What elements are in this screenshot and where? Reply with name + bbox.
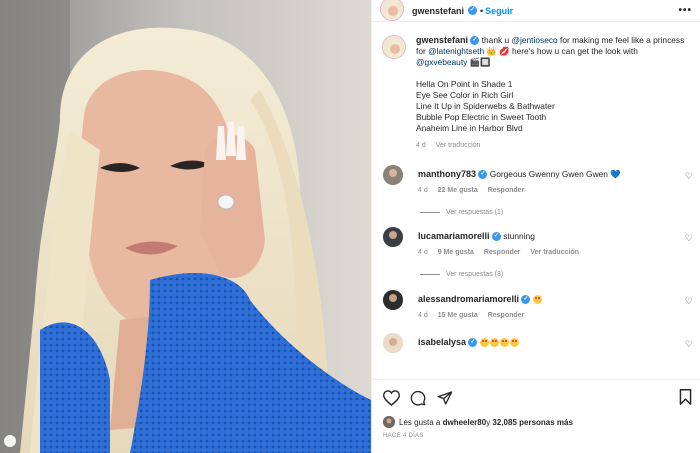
post-side-panel: gwenstefani ✓ • Seguir ••• gwenstefani ✓… xyxy=(371,0,700,453)
comment-body: alessandromariamorelli ✓ 4 d 15 Me gusta… xyxy=(418,290,543,321)
reply-button[interactable]: Responder xyxy=(488,312,525,319)
caption-text: gwenstefani ✓ thank u @jentioseco for ma… xyxy=(416,35,686,68)
mention-link[interactable]: @jentioseco xyxy=(511,35,557,45)
caption-text-d: 🎬🔲 xyxy=(467,57,491,67)
post-footer: Les gusta a dwheeler80 y 32,085 personas… xyxy=(372,379,700,453)
separator-dot: • xyxy=(480,5,484,16)
star-struck-emoji-icon xyxy=(509,338,519,348)
comment-meta: 4 d 22 Me gusta Responder xyxy=(418,185,621,196)
carousel-prev-indicator[interactable] xyxy=(4,435,16,447)
see-translation-link[interactable]: Ver traducción xyxy=(436,142,481,149)
liker-avatar[interactable] xyxy=(383,416,395,428)
product-line: Hella On Point in Shade 1 xyxy=(416,79,513,89)
comment-like-heart-icon[interactable]: ♡ xyxy=(685,171,693,182)
commenter-username[interactable]: isabelalysa xyxy=(418,337,466,347)
heart-outline-icon[interactable] xyxy=(382,389,400,407)
commenter-avatar[interactable] xyxy=(383,290,403,310)
comment-time: 4 d xyxy=(418,187,428,194)
comment: manthony783 ✓ Gorgeous Gwenny Gwen Gwen … xyxy=(372,165,700,196)
verified-badge-icon: ✓ xyxy=(491,232,501,242)
likes-mid: y xyxy=(486,417,491,427)
commenter-username[interactable]: lucamariamorelli xyxy=(418,231,490,241)
likes-prefix: Les gusta a xyxy=(399,417,441,427)
comment: isabelalysa ✓ ♡ xyxy=(372,333,700,353)
comment-like-heart-icon[interactable]: ♡ xyxy=(685,296,693,307)
post-photo[interactable] xyxy=(0,0,371,453)
comments-area[interactable]: gwenstefani ✓ thank u @jentioseco for ma… xyxy=(372,23,700,378)
star-struck-emoji-icon xyxy=(479,338,489,348)
caption-username[interactable]: gwenstefani xyxy=(416,35,468,45)
reply-button[interactable]: Responder xyxy=(488,187,525,194)
verified-badge-icon: ✓ xyxy=(468,338,478,348)
liker-username[interactable]: dwheeler80 xyxy=(443,418,487,427)
author-avatar[interactable] xyxy=(380,0,404,21)
product-line: Anaheim Line in Harbor Blvd xyxy=(416,123,523,133)
verified-badge-icon: ✓ xyxy=(478,170,488,180)
comment-body: isabelalysa ✓ xyxy=(418,333,520,353)
view-replies[interactable]: Ver respuestas (3) xyxy=(420,271,700,278)
likes-count[interactable]: 32,085 personas más xyxy=(492,418,573,427)
comment-likes[interactable]: 9 Me gusta xyxy=(438,249,474,256)
post-timestamp[interactable]: HACE 4 DÍAS xyxy=(372,428,700,439)
paper-plane-icon[interactable] xyxy=(436,389,454,407)
comment-likes[interactable]: 22 Me gusta xyxy=(438,187,478,194)
commenter-avatar[interactable] xyxy=(383,333,403,353)
star-struck-emoji-icon xyxy=(499,338,509,348)
verified-badge-icon: ✓ xyxy=(470,36,480,46)
comment-meta: 4 d 15 Me gusta Responder xyxy=(418,310,543,321)
caption-meta: 4 d Ver traducción xyxy=(416,140,686,151)
comment: lucamariamorelli ✓ stunning 4 d 9 Me gus… xyxy=(372,227,700,258)
comment-body: lucamariamorelli ✓ stunning 4 d 9 Me gus… xyxy=(418,227,587,258)
commenter-avatar[interactable] xyxy=(383,165,403,185)
product-line: Eye See Color in Rich Girl xyxy=(416,90,514,100)
bookmark-icon[interactable] xyxy=(679,389,692,410)
comment-body: manthony783 ✓ Gorgeous Gwenny Gwen Gwen … xyxy=(418,165,621,196)
reply-button[interactable]: Responder xyxy=(484,249,521,256)
commenter-username[interactable]: manthony783 xyxy=(418,169,476,179)
post-image xyxy=(0,0,371,453)
follow-button[interactable]: Seguir xyxy=(485,6,513,16)
speech-bubble-icon[interactable] xyxy=(409,389,427,407)
caption-body: gwenstefani ✓ thank u @jentioseco for ma… xyxy=(416,35,686,151)
action-bar xyxy=(372,380,700,407)
comment-likes[interactable]: 15 Me gusta xyxy=(438,312,478,319)
view-replies-label[interactable]: Ver respuestas (3) xyxy=(446,271,503,278)
caption-text-a: thank u xyxy=(481,35,512,45)
comment-text: Gorgeous Gwenny Gwen Gwen xyxy=(489,169,608,179)
see-translation-link[interactable]: Ver traducción xyxy=(530,249,579,256)
more-options-icon[interactable]: ••• xyxy=(678,5,692,16)
mention-link[interactable]: @latenightseth xyxy=(428,46,484,56)
star-struck-emoji-icon xyxy=(489,338,499,348)
caption-text-c: 👑 💋 here's how u can get the look with xyxy=(484,46,638,56)
caption-avatar[interactable] xyxy=(382,35,406,59)
verified-badge-icon: ✓ xyxy=(468,6,478,15)
comment-time: 4 d xyxy=(418,312,428,319)
commenter-username[interactable]: alessandromariamorelli xyxy=(418,294,519,304)
view-replies-label[interactable]: Ver respuestas (1) xyxy=(446,209,503,216)
product-line: Bubble Pop Electric in Sweet Tooth xyxy=(416,112,547,122)
comment: alessandromariamorelli ✓ 4 d 15 Me gusta… xyxy=(372,290,700,321)
replies-line-divider xyxy=(420,212,440,213)
likes-summary: Les gusta a dwheeler80 y 32,085 personas… xyxy=(372,407,700,428)
comment-time: 4 d xyxy=(418,249,428,256)
verified-badge-icon: ✓ xyxy=(521,295,531,305)
mention-link[interactable]: @gxvebeauty xyxy=(416,57,467,67)
view-replies[interactable]: Ver respuestas (1) xyxy=(420,209,700,216)
commenter-avatar[interactable] xyxy=(383,227,403,247)
blue-heart-emoji: 💙 xyxy=(610,169,621,179)
comment-text: stunning xyxy=(503,231,535,241)
comment-like-heart-icon[interactable]: ♡ xyxy=(685,233,693,244)
author-username[interactable]: gwenstefani xyxy=(412,6,464,16)
comment-like-heart-icon[interactable]: ♡ xyxy=(685,339,693,350)
star-struck-emoji-icon xyxy=(532,295,542,305)
comment-meta: 4 d 9 Me gusta Responder Ver traducción xyxy=(418,247,587,258)
caption: gwenstefani ✓ thank u @jentioseco for ma… xyxy=(372,23,700,151)
caption-time: 4 d xyxy=(416,142,426,149)
product-line: Line It Up in Spiderwebs & Bathwater xyxy=(416,101,555,111)
post-header: gwenstefani ✓ • Seguir ••• xyxy=(372,0,700,22)
replies-line-divider xyxy=(420,274,440,275)
